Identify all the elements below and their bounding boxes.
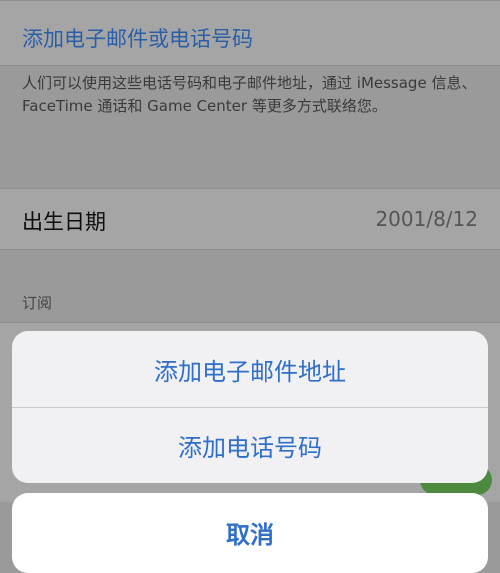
action-sheet: 添加电子邮件地址 添加电话号码	[12, 331, 488, 483]
contact-footnote: 人们可以使用这些电话号码和电子邮件地址，通过 iMessage 信息、FaceT…	[22, 74, 477, 115]
add-contact-link[interactable]: 添加电子邮件或电话号码	[22, 23, 253, 53]
add-email-button[interactable]: 添加电子邮件地址	[12, 331, 488, 407]
subscription-header: 订阅	[22, 294, 53, 312]
birthday-row[interactable]: 出生日期 2001/8/12	[0, 188, 500, 250]
cancel-label: 取消	[226, 521, 274, 549]
watermark: Bai 经验	[409, 529, 484, 550]
add-phone-button[interactable]: 添加电话号码	[12, 407, 488, 483]
birthday-label: 出生日期	[22, 210, 106, 234]
birthday-value: 2001/8/12	[375, 207, 478, 231]
screen: 添加电子邮件或电话号码 人们可以使用这些电话号码和电子邮件地址，通过 iMess…	[0, 0, 500, 573]
add-contact-row[interactable]: 添加电子邮件或电话号码	[0, 0, 500, 66]
